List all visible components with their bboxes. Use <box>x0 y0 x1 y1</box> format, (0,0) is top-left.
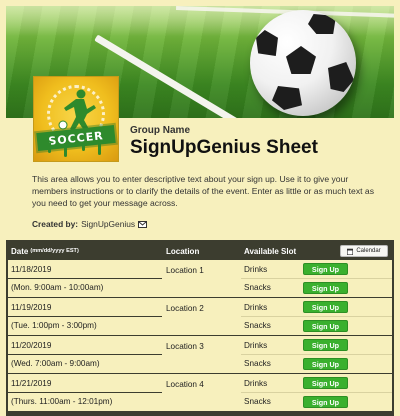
date-value: 11/21/2019 <box>11 378 52 388</box>
signup-button[interactable]: Sign Up <box>303 396 348 408</box>
signup-button[interactable]: Sign Up <box>303 282 348 294</box>
signup-button[interactable]: Sign Up <box>303 377 348 389</box>
date-cell: 11/18/2019 (Mon. 9:00am - 10:00am) <box>8 260 162 297</box>
date-cell: 11/20/2019 (Wed. 7:00am - 9:00am) <box>8 336 162 373</box>
slot-row: Drinks Sign Up <box>241 336 392 354</box>
time-value: (Mon. 9:00am - 10:00am) <box>8 278 162 296</box>
calendar-icon <box>347 248 354 255</box>
time-value: (Thurs. 11:00am - 12:01pm) <box>8 392 162 410</box>
location-cell: Location 3 <box>166 342 204 351</box>
signup-button[interactable]: Sign Up <box>303 358 348 370</box>
time-value: (Wed. 7:00am - 9:00am) <box>8 354 162 372</box>
table-body: 11/18/2019 (Mon. 9:00am - 10:00am) Locat… <box>8 260 392 411</box>
date-cell: 11/19/2019 (Tue. 1:00pm - 3:00pm) <box>8 298 162 335</box>
location-cell: Location 1 <box>166 266 204 275</box>
signup-table: Date (mm/dd/yyyy EST) Location Available… <box>6 240 394 416</box>
soccer-ball-icon <box>250 10 356 116</box>
calendar-button[interactable]: Calendar <box>340 245 388 257</box>
slot-name: Drinks <box>244 340 268 350</box>
location-cell: Location 4 <box>166 380 204 389</box>
signup-button[interactable]: Sign Up <box>303 301 348 313</box>
page-title: SignUpGenius Sheet <box>130 137 318 158</box>
slot-row: Drinks Sign Up <box>241 260 392 278</box>
slot-name: Drinks <box>244 378 268 388</box>
created-by-name: SignUpGenius <box>81 219 136 229</box>
mail-icon[interactable] <box>138 220 148 228</box>
date-value: 11/19/2019 <box>11 302 52 312</box>
slot-name: Drinks <box>244 302 268 312</box>
soccer-logo-icon: SOCCER <box>33 76 119 162</box>
column-header-slot: Available Slot Calendar <box>241 242 392 260</box>
slot-row: Snacks Sign Up <box>241 354 392 372</box>
sheet-description: This area allows you to enter descriptiv… <box>32 174 374 208</box>
slot-header-label: Available Slot <box>244 246 297 256</box>
date-value: 11/18/2019 <box>11 264 52 274</box>
slot-name: Drinks <box>244 264 268 274</box>
date-format-label: (mm/dd/yyyy EST) <box>30 248 79 254</box>
slot-row: Drinks Sign Up <box>241 374 392 392</box>
slot-name: Snacks <box>244 283 271 292</box>
signup-button[interactable]: Sign Up <box>303 339 348 351</box>
time-value: (Tue. 1:00pm - 3:00pm) <box>8 316 162 334</box>
slot-name: Snacks <box>244 321 271 330</box>
slot-name: Snacks <box>244 397 271 406</box>
slot-cell: Drinks Sign Up Snacks Sign Up <box>241 260 392 297</box>
date-header-label: Date <box>11 246 29 256</box>
slot-cell: Drinks Sign Up Snacks Sign Up <box>241 374 392 411</box>
table-row: 11/18/2019 (Mon. 9:00am - 10:00am) Locat… <box>8 260 392 297</box>
group-name-label: Group Name <box>130 125 191 136</box>
table-row: 11/19/2019 (Tue. 1:00pm - 3:00pm) Locati… <box>8 298 392 335</box>
date-value: 11/20/2019 <box>11 340 52 350</box>
column-header-location: Location <box>166 246 200 256</box>
signup-button[interactable]: Sign Up <box>303 263 348 275</box>
signup-button[interactable]: Sign Up <box>303 320 348 332</box>
calendar-button-label: Calendar <box>356 248 381 254</box>
slot-row: Snacks Sign Up <box>241 392 392 410</box>
table-row: 11/20/2019 (Wed. 7:00am - 9:00am) Locati… <box>8 336 392 373</box>
slot-cell: Drinks Sign Up Snacks Sign Up <box>241 336 392 373</box>
slot-cell: Drinks Sign Up Snacks Sign Up <box>241 298 392 335</box>
slot-row: Drinks Sign Up <box>241 298 392 316</box>
table-header: Date (mm/dd/yyyy EST) Location Available… <box>8 242 392 260</box>
signup-page: SOCCER Group Name SignUpGenius Sheet Thi… <box>0 0 400 416</box>
slot-name: Snacks <box>244 359 271 368</box>
column-header-date: Date (mm/dd/yyyy EST) <box>8 242 163 260</box>
created-by-label: Created by: <box>32 219 79 229</box>
location-cell: Location 2 <box>166 304 204 313</box>
table-row: 11/21/2019 (Thurs. 11:00am - 12:01pm) Lo… <box>8 374 392 411</box>
logo-text: SOCCER <box>47 128 105 148</box>
slot-row: Snacks Sign Up <box>241 316 392 334</box>
created-by: Created by: SignUpGenius <box>32 219 148 229</box>
slot-row: Snacks Sign Up <box>241 278 392 296</box>
date-cell: 11/21/2019 (Thurs. 11:00am - 12:01pm) <box>8 374 162 411</box>
